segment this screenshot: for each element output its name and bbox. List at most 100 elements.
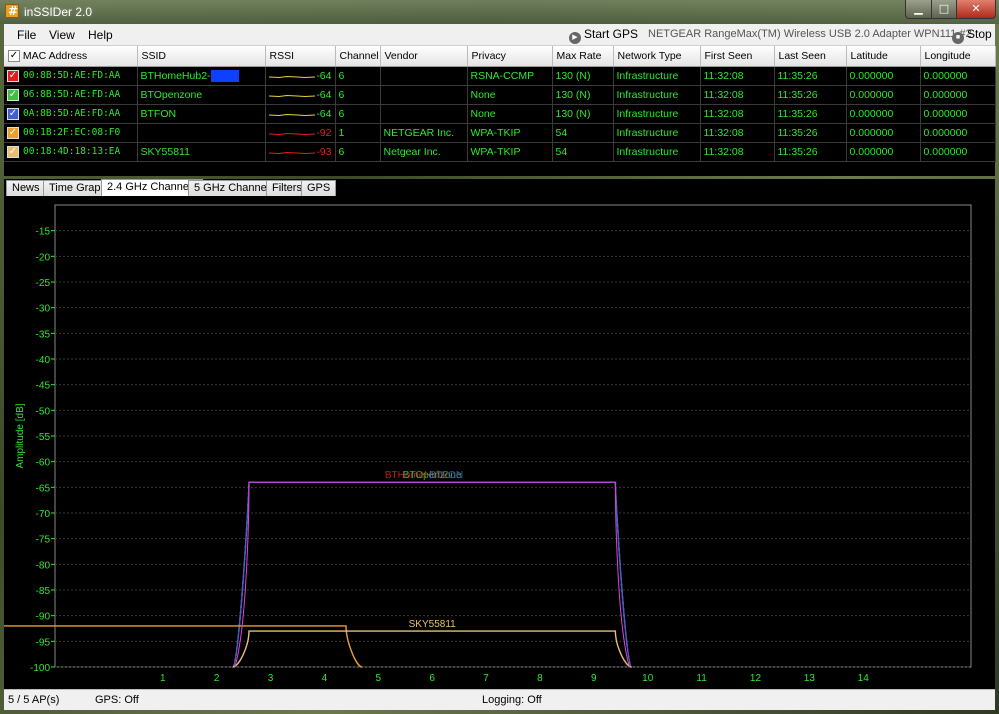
logging-status: Logging: Off	[482, 694, 542, 706]
table-row[interactable]: ✓ 0A:8B:5D:AE:FD:AA BTFON -64 6 None 130 (N) In…	[4, 104, 996, 124]
row-checkbox[interactable]: ✓	[7, 69, 19, 82]
y-tick-label: -50	[36, 406, 51, 417]
row-checkbox[interactable]: ✓	[7, 145, 19, 158]
y-tick-label: -25	[36, 278, 51, 289]
app-window: inSSIDer 2.0 ▁ □ ✕ File View Help ▶Start…	[0, 0, 999, 714]
start-gps-label: Start GPS	[584, 27, 639, 41]
series-label: SKY55811	[409, 619, 457, 630]
column-header-network-type[interactable]: Network Type	[613, 46, 701, 67]
x-tick-label: 4	[322, 673, 328, 684]
channel-graph: -15 -20 -25 -30 -35 -40 -45 -50 -55 -60 -65 -70 -75 -…	[4, 204, 972, 684]
cell-mac: ✓ 0A:8B:5D:AE:FD:AA	[4, 104, 138, 124]
column-header-mac[interactable]: ✓ MAC Address	[4, 46, 138, 67]
series-label: BTFON	[429, 470, 463, 481]
column-header-first-seen[interactable]: First Seen	[700, 46, 775, 67]
rssi-sparkline	[268, 132, 315, 135]
column-header-longitude[interactable]: Longitude	[920, 46, 996, 67]
row-checkbox[interactable]: ✓	[7, 126, 19, 139]
table-row[interactable]: ✓ 00:18:4D:18:13:EA SKY55811 -93 6 Netgear In…	[4, 142, 996, 162]
column-header-privacy[interactable]: Privacy	[467, 46, 553, 67]
tab-news[interactable]: News	[6, 180, 46, 196]
ssid-redaction: XXXX	[210, 69, 239, 82]
cell-longitude: 0.000000	[920, 85, 996, 105]
cell-network-type: Infrastructure	[613, 66, 701, 86]
x-tick-label: 10	[642, 673, 654, 684]
menu-help[interactable]: Help	[88, 28, 113, 42]
y-tick-label: -65	[36, 483, 51, 494]
column-header-max-rate[interactable]: Max Rate	[552, 46, 614, 67]
cell-channel: 6	[335, 104, 381, 124]
cell-ssid: BTOpenzone	[137, 85, 266, 105]
y-tick-label: -55	[36, 432, 51, 443]
rssi-sparkline	[268, 151, 315, 154]
cell-last-seen: 11:35:26	[774, 142, 847, 162]
play-icon: ▶	[569, 32, 581, 44]
column-header-rssi[interactable]: RSSI	[265, 46, 336, 67]
tab-gps[interactable]: GPS	[301, 180, 337, 196]
y-tick-label: -75	[36, 535, 51, 546]
minimize-button[interactable]: ▁	[905, 0, 932, 19]
cell-max-rate: 130 (N)	[552, 85, 614, 105]
stop-button[interactable]: ■ Stop	[952, 27, 992, 44]
row-checkbox[interactable]: ✓	[7, 107, 19, 120]
cell-vendor	[380, 104, 468, 124]
title-bar[interactable]: inSSIDer 2.0 ▁ □ ✕	[0, 0, 999, 24]
cell-first-seen: 11:32:08	[700, 123, 775, 143]
column-header-last-seen[interactable]: Last Seen	[774, 46, 847, 67]
window-title: inSSIDer 2.0	[24, 5, 93, 19]
close-button[interactable]: ✕	[956, 0, 996, 19]
y-tick-label: -15	[36, 227, 51, 238]
cell-network-type: Infrastructure	[613, 123, 701, 143]
table-row[interactable]: ✓ 00:8B:5D:AE:FD:AA BTHomeHub2-XXXX -64 6 RSN…	[4, 66, 996, 86]
cell-longitude: 0.000000	[920, 104, 996, 124]
start-gps-button[interactable]: ▶ Start GPS	[569, 27, 638, 44]
column-header-channel[interactable]: Channel	[335, 46, 381, 67]
cell-longitude: 0.000000	[920, 123, 996, 143]
cell-max-rate: 130 (N)	[552, 104, 614, 124]
cell-latitude: 0.000000	[846, 123, 921, 143]
cell-ssid: BTHomeHub2-XXXX	[137, 66, 266, 86]
cell-network-type: Infrastructure	[613, 142, 701, 162]
x-tick-label: 9	[591, 673, 597, 684]
x-tick-label: 14	[858, 673, 870, 684]
stop-label: Stop	[967, 27, 992, 41]
cell-mac: ✓ 00:18:4D:18:13:EA	[4, 142, 138, 162]
maximize-button[interactable]: □	[931, 0, 957, 19]
channel-graph-panel: -15 -20 -25 -30 -35 -40 -45 -50 -55 -60 -65 -70 -75 -…	[4, 196, 995, 689]
column-header-ssid[interactable]: SSID	[137, 46, 266, 67]
cell-vendor: NETGEAR Inc.	[380, 123, 468, 143]
y-tick-label: -30	[36, 304, 51, 315]
x-tick-label: 13	[804, 673, 816, 684]
cell-channel: 6	[335, 142, 381, 162]
cell-first-seen: 11:32:08	[700, 142, 775, 162]
menu-file[interactable]: File	[17, 28, 36, 42]
adapter-selector[interactable]: NETGEAR RangeMax(TM) Wireless USB 2.0 Ad…	[648, 28, 972, 40]
table-row[interactable]: ✓ 00:1B:2F:EC:08:F0 -92 1 NETGEAR Inc. WPA-TK…	[4, 123, 996, 143]
select-all-checkbox[interactable]: ✓	[8, 49, 20, 62]
cell-mac: ✓ 06:8B:5D:AE:FD:AA	[4, 85, 138, 105]
ap-table-panel: ✓ MAC Address SSID RSSI Channel Vendor P…	[4, 46, 996, 223]
x-tick-label: 12	[750, 673, 762, 684]
cell-privacy: RSNA-CCMP	[467, 66, 553, 86]
cell-privacy: WPA-TKIP	[467, 142, 553, 162]
y-tick-label: -95	[36, 637, 51, 648]
cell-mac: ✓ 00:1B:2F:EC:08:F0	[4, 123, 138, 143]
table-row[interactable]: ✓ 06:8B:5D:AE:FD:AA BTOpenzone -64 6 None 130 …	[4, 85, 996, 105]
y-tick-label: -70	[36, 509, 51, 520]
x-tick-label: 2	[214, 673, 220, 684]
tab-strip: News Time Graph 2.4 GHz Channels 5 GHz C…	[4, 179, 995, 196]
cell-last-seen: 11:35:26	[774, 123, 847, 143]
cell-channel: 1	[335, 123, 381, 143]
cell-channel: 6	[335, 66, 381, 86]
y-tick-label: -85	[36, 586, 51, 597]
cell-ssid	[137, 123, 266, 143]
column-header-vendor[interactable]: Vendor	[380, 46, 468, 67]
ap-count: 5 / 5 AP(s)	[8, 694, 60, 706]
cell-first-seen: 11:32:08	[700, 104, 775, 124]
menu-view[interactable]: View	[49, 28, 75, 42]
cell-ssid: SKY55811	[137, 142, 266, 162]
column-header-latitude[interactable]: Latitude	[846, 46, 921, 67]
x-tick-label: 5	[376, 673, 382, 684]
cell-privacy: None	[467, 85, 553, 105]
row-checkbox[interactable]: ✓	[7, 88, 19, 101]
